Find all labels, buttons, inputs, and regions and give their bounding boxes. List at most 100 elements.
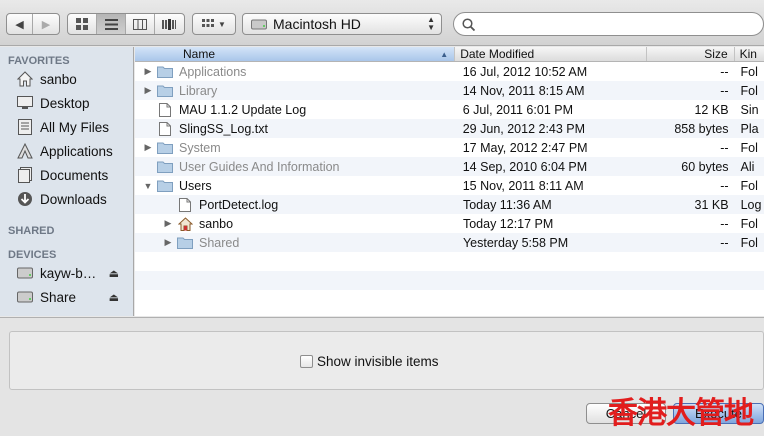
column-view-button[interactable] [126, 14, 155, 34]
file-size: 858 bytes [674, 121, 729, 136]
show-invisible-checkbox[interactable]: Show invisible items [300, 354, 439, 369]
file-kind: Fol [740, 216, 758, 231]
sidebar-item-share[interactable]: Share ⏏ [0, 285, 133, 309]
downloads-icon [16, 190, 34, 208]
sidebar-item-desktop[interactable]: Desktop [0, 91, 133, 115]
file-row[interactable]: ▶ System 17 May, 2012 2:47 PM -- Fol [135, 138, 764, 157]
file-name: Applications [179, 64, 247, 79]
sidebar-item-label: Documents [40, 167, 109, 183]
file-name-cell: ▶ sanbo [135, 217, 455, 231]
search-input[interactable] [479, 16, 739, 32]
column-header-date[interactable]: Date Modified [455, 47, 647, 61]
file-size: 31 KB [694, 197, 729, 212]
sidebar-item-label: Downloads [40, 191, 107, 207]
file-size: 60 bytes [681, 159, 729, 174]
home-icon [16, 70, 34, 88]
all-files-icon [16, 118, 34, 136]
file-kind: Log [740, 197, 762, 212]
file-name-cell: SlingSS_Log.txt [135, 121, 455, 136]
disclosure-triangle-icon[interactable]: ▼ [143, 181, 153, 191]
file-row[interactable]: PortDetect.log Today 11:36 AM 31 KB Log [135, 195, 764, 214]
file-date: 17 May, 2012 2:47 PM [462, 140, 588, 155]
file-row[interactable]: User Guides And Information 14 Sep, 2010 … [135, 157, 764, 176]
forward-button[interactable]: ▶ [33, 14, 59, 34]
file-size: -- [720, 64, 729, 79]
file-name: MAU 1.1.2 Update Log [179, 102, 307, 117]
applications-icon [16, 142, 34, 160]
icon-view-button[interactable] [68, 14, 97, 34]
sidebar-item-all-my-files[interactable]: All My Files [0, 115, 133, 139]
arrange-menu-button[interactable]: ▼ [192, 13, 236, 35]
file-kind: Fol [740, 140, 758, 155]
search-field[interactable] [453, 12, 764, 36]
sidebar-item-downloads[interactable]: Downloads [0, 187, 133, 211]
file-name-cell: ▶ Library [135, 84, 455, 98]
file-row[interactable]: ▼ Users 15 Nov, 2011 8:11 AM -- Fol [135, 176, 764, 195]
disclosure-triangle-icon[interactable]: ▶ [163, 237, 173, 248]
column-header-size[interactable]: Size [647, 47, 735, 61]
checkbox-box[interactable] [300, 355, 313, 368]
file-kind: Pla [740, 121, 759, 136]
sidebar-item-sanbo[interactable]: sanbo [0, 67, 133, 91]
file-date: Yesterday 5:58 PM [462, 235, 569, 250]
empty-row [135, 252, 764, 271]
file-name-cell: ▶ Shared [135, 236, 455, 250]
location-label: Macintosh HD [273, 16, 361, 32]
file-date: 29 Jun, 2012 2:43 PM [462, 121, 586, 136]
location-popup[interactable]: Macintosh HD ▲ ▼ [242, 13, 442, 35]
nav-buttons: ◀ ▶ [6, 13, 60, 35]
disclosure-triangle-icon[interactable]: ▶ [143, 142, 153, 153]
eject-icon[interactable]: ⏏ [109, 267, 119, 280]
file-rows: ▶ Applications 16 Jul, 2012 10:52 AM -- Fol ▶… [135, 62, 764, 309]
file-name: System [179, 140, 221, 155]
file-kind: Ali [740, 159, 755, 174]
file-kind: Sin [740, 102, 759, 117]
file-row[interactable]: MAU 1.1.2 Update Log 6 Jul, 2011 6:01 PM 1… [135, 100, 764, 119]
sidebar-item-label: Applications [40, 143, 113, 159]
file-row[interactable]: ▶ Shared Yesterday 5:58 PM -- Fol [135, 233, 764, 252]
file-size: -- [720, 140, 729, 155]
chevron-right-icon: ▶ [41, 18, 51, 31]
sidebar-item-label: Desktop [40, 95, 90, 111]
disclosure-triangle-icon[interactable]: ▶ [143, 66, 153, 77]
desktop-icon [16, 94, 34, 112]
chevron-left-icon: ◀ [15, 18, 24, 31]
back-button[interactable]: ◀ [7, 14, 34, 34]
file-kind: Fol [740, 178, 758, 193]
file-size: 12 KB [694, 102, 729, 117]
column-header-label: Date Modified [460, 47, 535, 61]
disclosure-triangle-icon[interactable]: ▶ [143, 85, 153, 96]
file-row[interactable]: ▶ Library 14 Nov, 2011 8:15 AM -- Fol [135, 81, 764, 100]
file-size: -- [720, 178, 729, 193]
document-icon [157, 102, 173, 117]
chevron-down-icon: ▼ [218, 19, 226, 29]
shared-header: SHARED [8, 225, 55, 237]
disclosure-triangle-icon[interactable]: ▶ [163, 218, 173, 229]
sidebar-item-documents[interactable]: Documents [0, 163, 133, 187]
sidebar-item-applications[interactable]: Applications [0, 139, 133, 163]
folder-icon [157, 84, 173, 98]
file-row[interactable]: SlingSS_Log.txt 29 Jun, 2012 2:43 PM 858 b… [135, 119, 764, 138]
list-icon [104, 18, 118, 30]
file-name-cell: User Guides And Information [135, 160, 455, 174]
coverflow-view-button[interactable] [155, 14, 184, 34]
file-name: Shared [199, 235, 240, 250]
eject-icon[interactable]: ⏏ [109, 291, 119, 304]
disk-icon [16, 288, 34, 306]
file-date: 14 Sep, 2010 6:04 PM [462, 159, 588, 174]
column-header-label: Size [704, 47, 728, 61]
updown-arrows-icon: ▲ ▼ [427, 15, 435, 32]
list-view-button[interactable] [97, 14, 126, 34]
sidebar-item-label: sanbo [40, 71, 77, 87]
column-header-name[interactable]: Name ▲ [135, 47, 456, 61]
file-name: User Guides And Information [179, 159, 340, 174]
column-header-label: Kin [739, 47, 757, 61]
sidebar-item-kayw-disk[interactable]: kayw-b… ⏏ [0, 261, 133, 285]
coverflow-icon [162, 18, 177, 30]
column-header-kind[interactable]: Kin [735, 47, 764, 61]
file-row[interactable]: ▶ sanbo Today 12:17 PM -- Fol [135, 214, 764, 233]
arrange-grid-icon [202, 19, 215, 27]
file-row[interactable]: ▶ Applications 16 Jul, 2012 10:52 AM -- Fol [135, 62, 764, 81]
file-size: -- [720, 235, 729, 250]
sidebar-item-label: All My Files [40, 119, 110, 135]
